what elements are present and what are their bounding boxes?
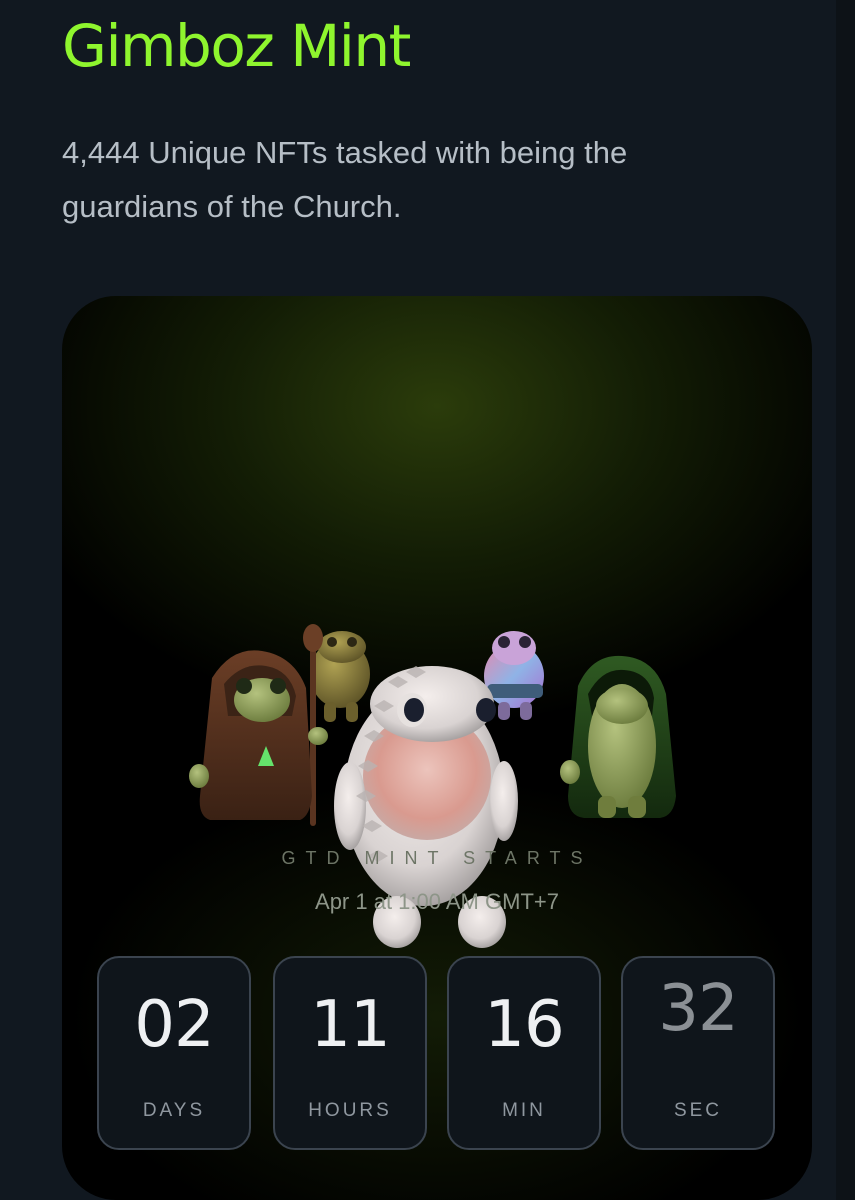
countdown-minutes-value: 16 (484, 988, 564, 1062)
countdown-minutes-unit: MIN (502, 1100, 546, 1121)
mint-start-label: GTD MINT STARTS (281, 848, 593, 868)
mint-start-date: Apr 1 at 1:00 AM GMT+7 (315, 889, 559, 914)
countdown-hours: 11 HOURS (273, 956, 427, 1150)
countdown-days-unit: DAYS (142, 1100, 206, 1121)
countdown-timer: 02 DAYS 11 HOURS 16 MIN 32 SEC (97, 956, 779, 1152)
countdown-seconds-value: 32 (658, 972, 738, 1046)
countdown-seconds-unit: SEC (673, 1100, 723, 1121)
mint-page: Gimboz Mint 4,444 Unique NFTs tasked wit… (0, 0, 855, 1200)
countdown-hours-value: 11 (310, 988, 390, 1062)
page-title: Gimboz Mint (62, 12, 411, 80)
countdown-seconds: 32 SEC (621, 956, 775, 1150)
countdown-minutes: 16 MIN (447, 956, 601, 1150)
countdown-days: 02 DAYS (97, 956, 251, 1150)
mint-card: GTD MINT STARTS Apr 1 at 1:00 AM GMT+7 0… (62, 296, 812, 1200)
countdown-days-value: 02 (134, 988, 214, 1062)
page-subtitle: 4,444 Unique NFTs tasked with being the … (62, 135, 628, 224)
countdown-hours-unit: HOURS (308, 1100, 392, 1121)
